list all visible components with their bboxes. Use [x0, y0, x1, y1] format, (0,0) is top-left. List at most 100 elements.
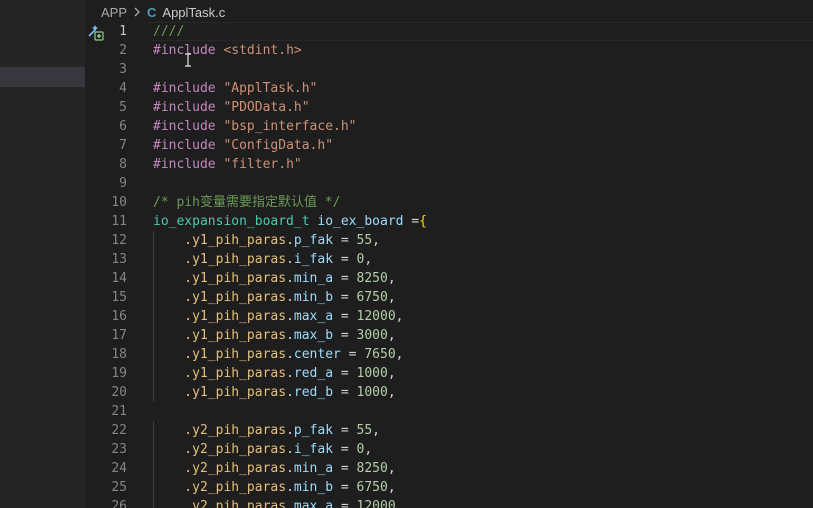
code-line[interactable]: 5 #include "PDOData.h" [85, 98, 813, 117]
code-token: p_fak [293, 423, 334, 438]
code-line[interactable]: 2 #include <stdint.h> [85, 41, 813, 60]
code-line[interactable]: 10 /* pih变量需要指定默认值 */ [85, 193, 813, 212]
code-line[interactable]: 19 .y1_pih_paras.red_a = 1000, [85, 364, 813, 383]
code-line[interactable]: 22 .y2_pih_paras.p_fak = 55, [85, 421, 813, 440]
code-token: = [333, 290, 357, 305]
code-token: .y2_pih_paras [153, 442, 287, 457]
breadcrumb-file[interactable]: ApplTask.c [162, 5, 225, 20]
line-number: 22 [111, 423, 127, 438]
code-token: #include [153, 138, 216, 153]
breadcrumb-folder[interactable]: APP [101, 5, 127, 20]
code-token: . [286, 480, 294, 495]
code-token: . [286, 252, 294, 267]
code-token: . [286, 328, 294, 343]
code-token: = [333, 328, 357, 343]
code-line[interactable]: 14 .y1_pih_paras.min_a = 8250, [85, 269, 813, 288]
code-line[interactable]: 1 //// [85, 22, 813, 41]
code-line[interactable]: 18 .y1_pih_paras.center = 7650, [85, 345, 813, 364]
code-line[interactable]: 23 .y2_pih_paras.i_fak = 0, [85, 440, 813, 459]
code-token: = [333, 233, 357, 248]
code-token: = [403, 214, 420, 229]
code-token: .y1_pih_paras [153, 328, 287, 343]
line-number: 3 [119, 62, 127, 77]
code-token: .y2_pih_paras [153, 499, 287, 508]
line-number: 23 [111, 442, 127, 457]
code-token: //// [153, 24, 185, 39]
line-number: 11 [111, 214, 127, 229]
code-token: , [395, 347, 404, 362]
code-line[interactable]: 25 .y2_pih_paras.min_b = 6750, [85, 478, 813, 497]
code-token: 3000 [356, 328, 388, 343]
code-line[interactable]: 15 .y1_pih_paras.min_b = 6750, [85, 288, 813, 307]
code-token: , [387, 480, 396, 495]
code-text: .y2_pih_paras.max_a = 12000, [153, 497, 403, 508]
line-number: 2 [119, 43, 127, 58]
code-token: max_b [293, 328, 334, 343]
code-line[interactable]: 7 #include "ConfigData.h" [85, 136, 813, 155]
code-token: . [286, 423, 294, 438]
code-text: .y2_pih_paras.i_fak = 0, [153, 440, 372, 459]
code-token: = [340, 347, 365, 362]
code-token: #include [153, 157, 216, 172]
code-token: = [333, 309, 357, 324]
code-token: = [333, 442, 357, 457]
code-token: , [364, 442, 373, 457]
sidebar-selected-row[interactable] [0, 67, 85, 87]
code-token: , [387, 385, 396, 400]
line-number: 20 [111, 385, 127, 400]
code-line[interactable]: 8 #include "filter.h" [85, 155, 813, 174]
code-text: .y1_pih_paras.i_fak = 0, [153, 250, 372, 269]
explorer-sidebar [0, 0, 85, 508]
line-number: 17 [111, 328, 127, 343]
code-token: = [333, 271, 357, 286]
line-number: 14 [111, 271, 127, 286]
code-text: .y1_pih_paras.p_fak = 55, [153, 231, 380, 250]
code-text: .y1_pih_paras.min_a = 8250, [153, 269, 395, 288]
code-text: .y1_pih_paras.red_b = 1000, [153, 383, 396, 402]
code-token: i_fak [293, 442, 334, 457]
code-line[interactable]: 12 .y1_pih_paras.p_fak = 55, [85, 231, 813, 250]
code-line[interactable]: 13 .y1_pih_paras.i_fak = 0, [85, 250, 813, 269]
code-text: #include "ConfigData.h" [153, 136, 333, 155]
code-token: .y1_pih_paras [153, 271, 287, 286]
code-text: .y2_pih_paras.min_a = 8250, [153, 459, 395, 478]
code-text: .y1_pih_paras.red_a = 1000, [153, 364, 396, 383]
code-line[interactable]: 4 #include "ApplTask.h" [85, 79, 813, 98]
line-number: 15 [111, 290, 127, 305]
code-line[interactable]: 20 .y1_pih_paras.red_b = 1000, [85, 383, 813, 402]
code-token: <stdint.h> [223, 43, 302, 58]
code-line[interactable]: 26 .y2_pih_paras.max_a = 12000, [85, 497, 813, 508]
code-line[interactable]: 16 .y1_pih_paras.max_a = 12000, [85, 307, 813, 326]
code-token: 12000 [356, 499, 396, 508]
code-line[interactable]: 24 .y2_pih_paras.min_a = 8250, [85, 459, 813, 478]
code-token: = [333, 252, 357, 267]
code-token: . [286, 366, 294, 381]
code-token: , [395, 499, 404, 508]
code-line[interactable]: 9 [85, 174, 813, 193]
code-line[interactable]: 6 #include "bsp_interface.h" [85, 117, 813, 136]
code-line[interactable]: 11 io_expansion_board_t io_ex_board ={ [85, 212, 813, 231]
line-number: 1 [119, 24, 127, 39]
code-text: #include "PDOData.h" [153, 98, 310, 117]
code-token: 8250 [356, 461, 388, 476]
code-token: , [387, 366, 396, 381]
code-token: . [286, 442, 294, 457]
line-number: 26 [111, 499, 127, 508]
code-token: "PDOData.h" [223, 100, 310, 115]
code-token: , [387, 328, 396, 343]
code-line[interactable]: 3 [85, 60, 813, 79]
code-token: "filter.h" [223, 157, 302, 172]
line-number: 12 [111, 233, 127, 248]
code-token: .y1_pih_paras [153, 385, 287, 400]
code-token: 55 [356, 233, 373, 248]
code-editor[interactable]: APP C ApplTask.c 1 //// 2 #include <stdint.… [85, 0, 813, 508]
line-number: 25 [111, 480, 127, 495]
code-token: . [286, 385, 294, 400]
code-line[interactable]: 21 [85, 402, 813, 421]
code-token: i_fak [293, 252, 334, 267]
code-line[interactable]: 17 .y1_pih_paras.max_b = 3000, [85, 326, 813, 345]
code-token: , [387, 290, 396, 305]
code-token: 12000 [356, 309, 396, 324]
code-text: .y1_pih_paras.center = 7650, [153, 345, 403, 364]
code-text: #include <stdint.h> [153, 41, 302, 60]
